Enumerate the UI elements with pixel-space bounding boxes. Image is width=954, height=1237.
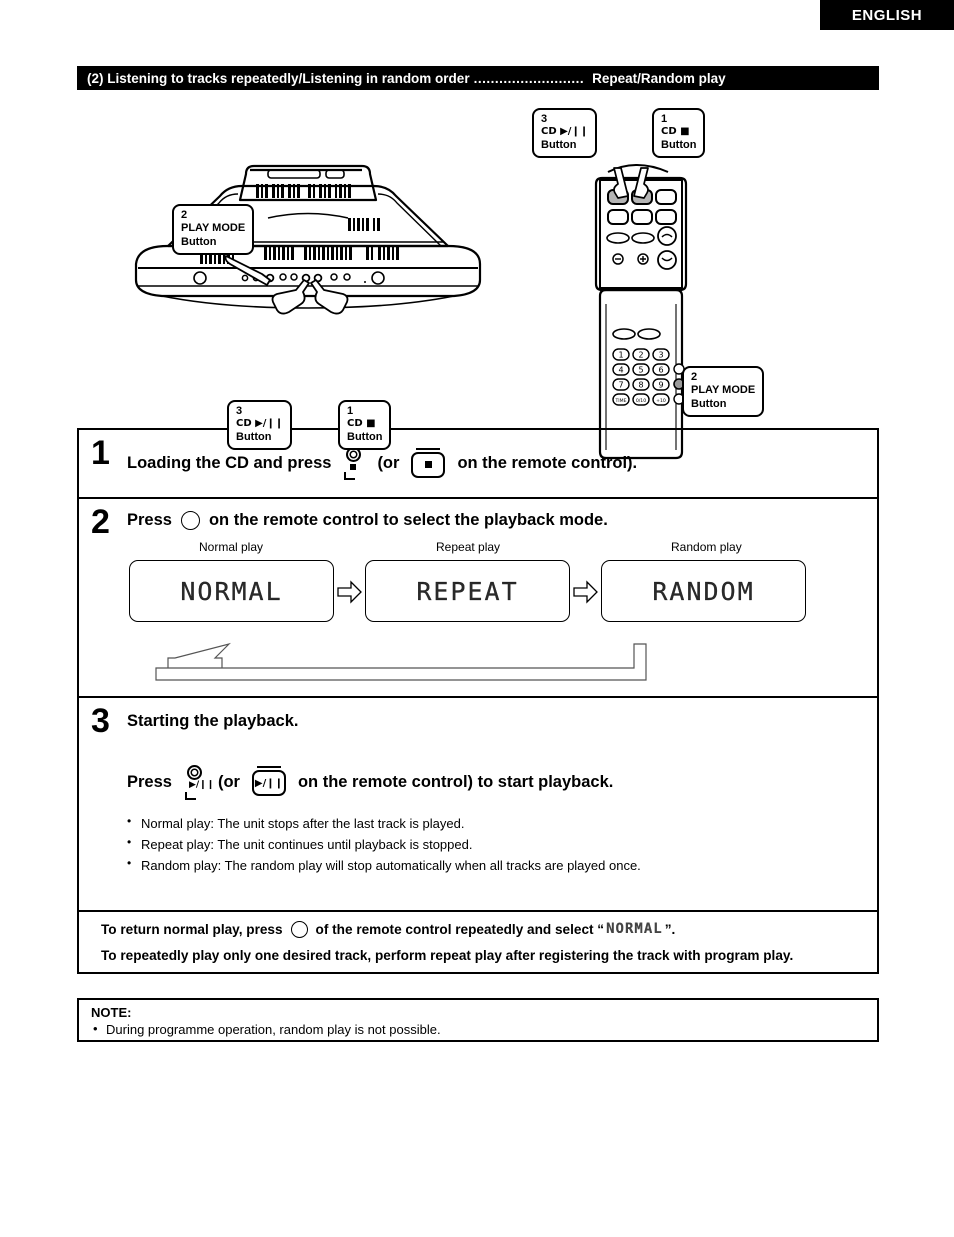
return-normal-play-box: To return normal play, press of the remo… xyxy=(77,905,879,974)
callout-line3: Button xyxy=(541,138,577,151)
return-text-end: ”. xyxy=(664,921,676,937)
return-line-1: To return normal play, press of the remo… xyxy=(101,916,877,942)
step-3-bullet-repeat: Repeat play: The unit continues until pl… xyxy=(127,833,877,855)
svg-text:TIME: TIME xyxy=(614,398,626,404)
callout-line2: CD ■ xyxy=(661,126,690,138)
step-2-text-after: on the remote control to select the play… xyxy=(208,511,608,529)
svg-text:4: 4 xyxy=(618,366,623,375)
language-tab: ENGLISH xyxy=(820,0,954,30)
callout-number: 3 xyxy=(236,405,243,417)
step-2-number: 2 xyxy=(91,503,110,541)
cd-stop-front-icon xyxy=(341,446,367,481)
callout-remote-cd-play-pause: 3 CD ▶/❙❙ Button xyxy=(532,108,598,158)
return-line-2-text: To repeatedly play only one desired trac… xyxy=(101,947,794,963)
display-text-normal: NORMAL xyxy=(180,576,283,606)
callout-number: 1 xyxy=(347,405,354,417)
svg-text:5: 5 xyxy=(638,366,643,375)
callout-line3: Button xyxy=(661,138,697,151)
cycle-arrow-2 xyxy=(573,580,599,604)
callout-number: 2 xyxy=(691,371,698,383)
callout-line3: Button xyxy=(181,235,217,248)
svg-text:8: 8 xyxy=(638,381,643,390)
step-3-row: 3 Starting the playback. Press ▶/❙❙ (or … xyxy=(79,698,877,910)
display-text-random: RANDOM xyxy=(652,576,755,606)
illustration-area: 2 PLAY MODE Button 3 CD ▶/❙❙ Button 1 CD… xyxy=(0,96,954,460)
callout-number: 3 xyxy=(541,113,548,125)
step-3-text-before: Press xyxy=(127,772,172,791)
svg-text:2: 2 xyxy=(638,351,643,360)
callout-line2: CD ▶/❙❙ xyxy=(236,418,284,430)
cd-play-pause-front-icon: ▶/❙❙ xyxy=(182,765,214,800)
step-1-text-mid: (or xyxy=(377,454,400,472)
mode-caption-random: Random play xyxy=(671,540,742,554)
svg-text:0/10: 0/10 xyxy=(636,398,646,404)
play-mode-cycle-diagram: Normal play Repeat play Random play NORM… xyxy=(79,540,877,681)
return-line-2: To repeatedly play only one desired trac… xyxy=(101,942,877,968)
cd-stop-remote-icon xyxy=(409,447,447,480)
svg-text:+10: +10 xyxy=(656,398,666,404)
step-1-number: 1 xyxy=(91,434,110,472)
svg-text:6: 6 xyxy=(658,366,663,375)
callout-line3: Button xyxy=(347,430,383,443)
remote-keypad: 1 2 3 4 5 6 7 8 9 TIME 0/10 +10 xyxy=(612,348,685,406)
unit-front-buttons xyxy=(193,271,385,285)
note-item: During programme operation, random play … xyxy=(91,1021,877,1037)
steps-container: 1 Loading the CD and press (or on the re… xyxy=(77,428,879,913)
note-box: NOTE: During programme operation, random… xyxy=(77,998,879,1042)
note-title: NOTE: xyxy=(91,1005,132,1020)
callout-number: 1 xyxy=(661,113,668,125)
step-3-heading-line: Starting the playback. xyxy=(79,712,877,731)
remote-control-drawing: 1 2 3 4 5 6 7 8 9 TIME 0/10 +10 xyxy=(594,164,696,460)
step-1-text-after: on the remote control). xyxy=(457,454,638,472)
step-3-bullet-list: Normal play: The unit stops after the la… xyxy=(79,812,877,876)
step-3-heading: Starting the playback. xyxy=(127,712,299,730)
mode-caption-normal: Normal play xyxy=(199,540,264,554)
callout-remote-play-mode: 2 PLAY MODE Button xyxy=(682,366,765,418)
display-panel-repeat: REPEAT xyxy=(365,560,570,622)
section-dots: .......................... xyxy=(473,70,585,86)
svg-text:3: 3 xyxy=(658,351,663,360)
callout-line3: Button xyxy=(691,397,727,410)
return-text-after: of the remote control repeatedly and sel… xyxy=(315,921,605,937)
svg-text:7: 7 xyxy=(618,381,623,390)
pointing-hand-icon xyxy=(224,255,349,315)
section-title-bar: (2) Listening to tracks repeatedly/Liste… xyxy=(77,66,879,90)
remote-transport-buttons xyxy=(606,189,677,270)
callout-remote-cd-stop: 1 CD ■ Button xyxy=(652,108,706,158)
step-3-bullet-random: Random play: The random play will stop a… xyxy=(127,854,877,876)
step-2-text-before: Press xyxy=(127,511,172,529)
step-3-text-mid: (or xyxy=(217,772,240,791)
svg-text:1: 1 xyxy=(618,351,623,360)
callout-line2: CD ■ xyxy=(347,418,376,430)
cycle-loopback-arrow xyxy=(155,642,647,681)
callout-line3: Button xyxy=(236,430,272,443)
step-3-text-after: on the remote control) to start playback… xyxy=(297,772,614,791)
mode-caption-repeat: Repeat play xyxy=(436,540,501,554)
return-lcd-text: NORMAL xyxy=(606,921,663,937)
display-panel-normal: NORMAL xyxy=(129,560,334,622)
callout-line2: PLAY MODE xyxy=(691,384,756,397)
section-title: (2) Listening to tracks repeatedly/Liste… xyxy=(87,70,470,86)
cycle-arrow-1 xyxy=(337,580,363,604)
step-3-bullet-normal: Normal play: The unit stops after the la… xyxy=(127,812,877,834)
play-mode-button-icon xyxy=(290,920,308,938)
callout-unit-cd-play-pause: 3 CD ▶/❙❙ Button xyxy=(227,400,293,450)
display-panel-random: RANDOM xyxy=(601,560,806,622)
step-1-text-before: Loading the CD and press xyxy=(127,454,332,472)
cd-play-pause-remote-icon: ▶/❙❙ xyxy=(250,766,288,798)
display-text-repeat: REPEAT xyxy=(416,576,519,606)
play-mode-button-icon xyxy=(180,511,200,530)
callout-unit-cd-stop: 1 CD ■ Button xyxy=(338,400,392,450)
callout-number: 2 xyxy=(181,209,188,221)
step-3-number: 3 xyxy=(91,702,110,740)
callout-line2: PLAY MODE xyxy=(181,222,246,235)
step-2-row: 2 Press on the remote control to select … xyxy=(79,499,877,698)
return-text-before: To return normal play, press xyxy=(101,921,283,937)
section-tail: Repeat/Random play xyxy=(592,70,726,86)
svg-text:9: 9 xyxy=(658,381,663,390)
callout-unit-play-mode: 2 PLAY MODE Button xyxy=(172,204,255,256)
step-1-row: 1 Loading the CD and press (or on the re… xyxy=(79,430,877,499)
callout-line2: CD ▶/❙❙ xyxy=(541,126,589,138)
